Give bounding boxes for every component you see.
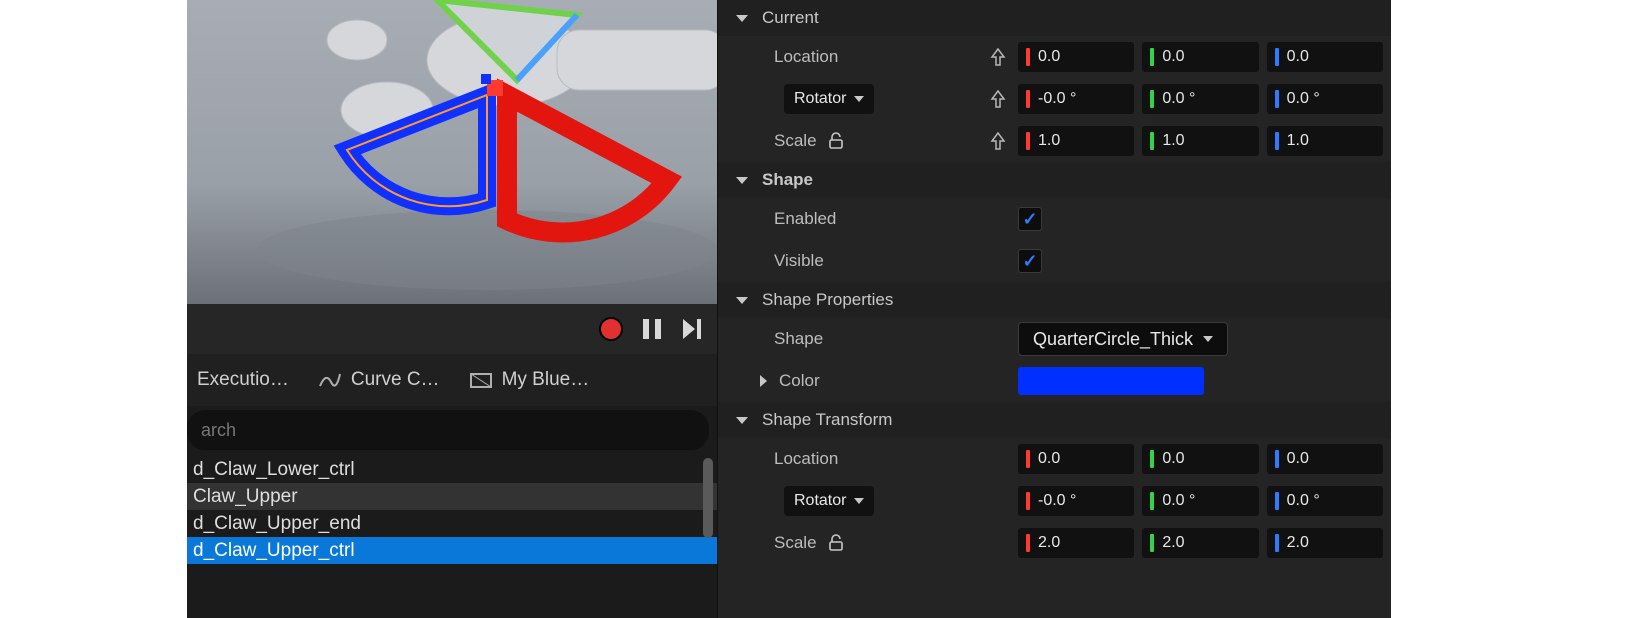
reset-icon[interactable]: [988, 47, 1008, 67]
chevron-down-icon: [854, 498, 864, 504]
list-item[interactable]: d_Claw_Upper_end: [187, 510, 717, 537]
tab-label: Executio…: [197, 369, 289, 391]
expand-icon: [760, 375, 767, 387]
value-enabled: [1018, 198, 1391, 240]
scale-y[interactable]: 1.0: [1142, 126, 1258, 156]
rot-y[interactable]: 0.0 °: [1142, 84, 1258, 114]
section-shape-properties[interactable]: Shape Properties: [718, 282, 1391, 318]
loc-z[interactable]: 0.0: [1267, 444, 1383, 474]
value-location: 0.0 0.0 0.0: [1018, 438, 1391, 480]
list-item-selected[interactable]: d_Claw_Upper_ctrl: [187, 537, 717, 564]
search-placeholder: arch: [201, 420, 236, 441]
rot-z[interactable]: 0.0 °: [1267, 486, 1383, 516]
tab-curve[interactable]: Curve C…: [319, 369, 440, 391]
list-item[interactable]: d_Claw_Lower_ctrl: [187, 456, 717, 483]
label-shape: Shape: [718, 318, 1018, 360]
section-shape[interactable]: Shape: [718, 162, 1391, 198]
outliner-list[interactable]: d_Claw_Lower_ctrl Claw_Upper d_Claw_Uppe…: [187, 456, 717, 618]
label-rotator: Rotator: [718, 78, 1018, 120]
scale-x[interactable]: 1.0: [1018, 126, 1134, 156]
app-root: Executio… Curve C… My Blue… arch d_Claw_…: [187, 0, 1391, 618]
playbar: [187, 304, 717, 354]
expand-icon: [736, 297, 748, 304]
shape-grid: Enabled Visible: [718, 198, 1391, 282]
label-location: Location: [718, 36, 1018, 78]
loc-y[interactable]: 0.0: [1142, 444, 1258, 474]
label-location: Location: [718, 438, 1018, 480]
rot-x[interactable]: -0.0 °: [1018, 84, 1134, 114]
chevron-down-icon: [1203, 336, 1213, 342]
label-color[interactable]: Color: [718, 360, 1018, 402]
tab-bar: Executio… Curve C… My Blue…: [187, 354, 717, 406]
tab-label: Curve C…: [351, 369, 440, 391]
lock-open-icon[interactable]: [827, 534, 845, 552]
checkbox-enabled[interactable]: [1018, 207, 1042, 231]
loc-z[interactable]: 0.0: [1267, 42, 1383, 72]
tab-label: My Blue…: [502, 369, 590, 391]
section-title: Shape: [762, 170, 813, 190]
color-swatch[interactable]: [1018, 367, 1204, 395]
viewport-overlay: [187, 0, 717, 304]
checkbox-visible[interactable]: [1018, 249, 1042, 273]
section-title: Shape Properties: [762, 290, 893, 310]
search-input[interactable]: arch: [187, 410, 709, 450]
scale-y[interactable]: 2.0: [1142, 528, 1258, 558]
shape-xf-grid: Location 0.0 0.0 0.0 Rotator -0.0 ° 0.0 …: [718, 438, 1391, 564]
rot-z[interactable]: 0.0 °: [1267, 84, 1383, 114]
scrollbar-thumb[interactable]: [703, 458, 713, 538]
reset-icon[interactable]: [988, 89, 1008, 109]
loc-x[interactable]: 0.0: [1018, 444, 1134, 474]
value-rotator: -0.0 ° 0.0 ° 0.0 °: [1018, 78, 1391, 120]
tab-blueprint[interactable]: My Blue…: [470, 369, 590, 391]
reset-icon[interactable]: [988, 131, 1008, 151]
rot-y[interactable]: 0.0 °: [1142, 486, 1258, 516]
scale-z[interactable]: 1.0: [1267, 126, 1383, 156]
value-location: 0.0 0.0 0.0: [1018, 36, 1391, 78]
value-shape: QuarterCircle_Thick: [1018, 318, 1391, 360]
lock-open-icon[interactable]: [827, 132, 845, 150]
section-title: Shape Transform: [762, 410, 892, 430]
details-panel: Current Location 0.0 0.0 0.0 Rotator: [717, 0, 1391, 618]
tab-execution[interactable]: Executio…: [197, 369, 289, 391]
loc-y[interactable]: 0.0: [1142, 42, 1258, 72]
rotator-dropdown[interactable]: Rotator: [784, 486, 874, 516]
left-panel: Executio… Curve C… My Blue… arch d_Claw_…: [187, 0, 717, 618]
value-scale: 2.0 2.0 2.0: [1018, 522, 1391, 564]
step-forward-icon[interactable]: [681, 317, 703, 341]
rot-x[interactable]: -0.0 °: [1018, 486, 1134, 516]
scale-z[interactable]: 2.0: [1267, 528, 1383, 558]
loc-x[interactable]: 0.0: [1018, 42, 1134, 72]
blueprint-icon: [470, 369, 492, 391]
expand-icon: [736, 417, 748, 424]
scale-x[interactable]: 2.0: [1018, 528, 1134, 558]
viewport-3d[interactable]: [187, 0, 717, 304]
label-enabled: Enabled: [718, 198, 1018, 240]
expand-icon: [736, 15, 748, 22]
shape-dropdown[interactable]: QuarterCircle_Thick: [1018, 322, 1228, 356]
value-visible: [1018, 240, 1391, 282]
section-current[interactable]: Current: [718, 0, 1391, 36]
section-title: Current: [762, 8, 819, 28]
curve-icon: [319, 369, 341, 391]
value-scale: 1.0 1.0 1.0: [1018, 120, 1391, 162]
value-rotator: -0.0 ° 0.0 ° 0.0 °: [1018, 480, 1391, 522]
pause-icon[interactable]: [641, 317, 663, 341]
record-button[interactable]: [599, 317, 623, 341]
rotator-dropdown[interactable]: Rotator: [784, 84, 874, 114]
shape-props-grid: Shape QuarterCircle_Thick Color: [718, 318, 1391, 402]
current-grid: Location 0.0 0.0 0.0 Rotator: [718, 36, 1391, 162]
label-scale: Scale: [718, 522, 1018, 564]
list-item[interactable]: Claw_Upper: [187, 483, 717, 510]
chevron-down-icon: [854, 96, 864, 102]
section-shape-transform[interactable]: Shape Transform: [718, 402, 1391, 438]
value-color: [1018, 360, 1391, 402]
label-scale: Scale: [718, 120, 1018, 162]
list-item[interactable]: [187, 564, 717, 591]
label-rotator: Rotator: [718, 480, 1018, 522]
label-visible: Visible: [718, 240, 1018, 282]
expand-icon: [736, 177, 748, 184]
